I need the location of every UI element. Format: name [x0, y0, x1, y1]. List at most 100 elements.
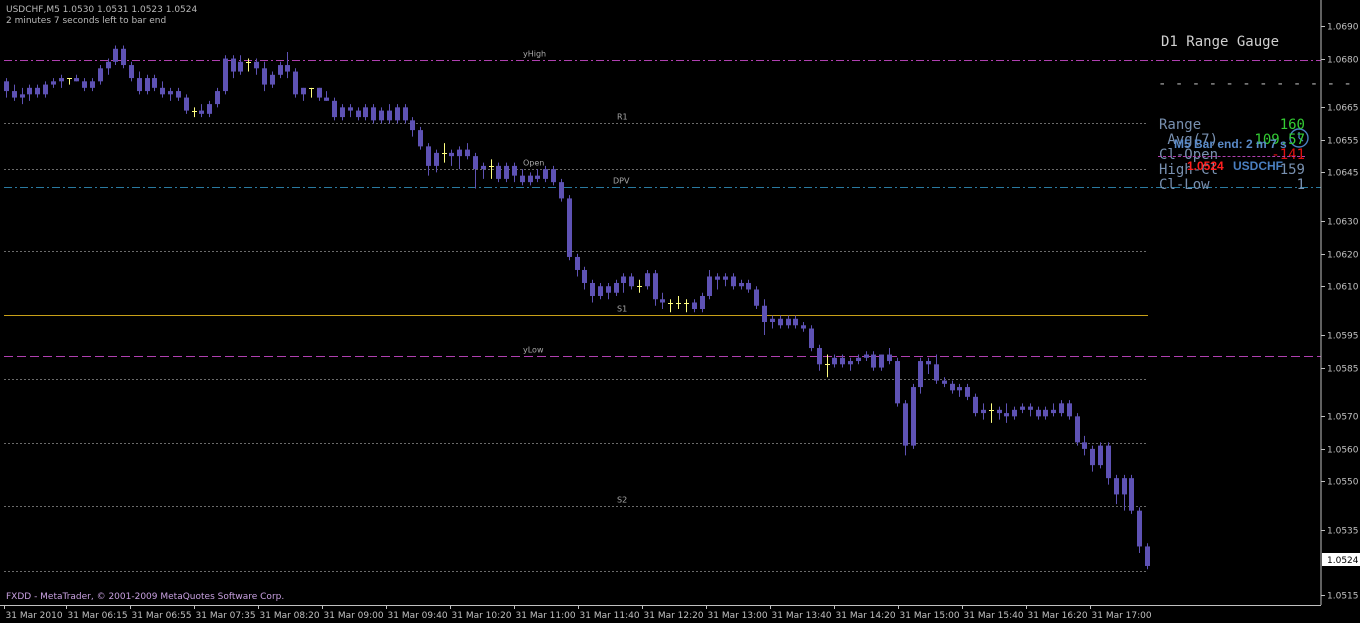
candle: [543, 165, 548, 183]
candle: [231, 55, 236, 79]
candle: [215, 87, 220, 108]
candle-body-up: [168, 91, 173, 95]
candle-body-down: [254, 61, 259, 69]
level-label-ylow: yLow: [523, 346, 544, 355]
candle: [606, 282, 611, 300]
candle: [168, 87, 173, 101]
candle: [957, 383, 962, 397]
candle-body-down: [387, 110, 392, 121]
candle-body-down: [1036, 409, 1041, 417]
candle-body-down: [582, 269, 587, 283]
candle: [637, 279, 642, 293]
candle-body-up: [1043, 409, 1048, 417]
candle-body-down: [293, 71, 298, 95]
x-tick-label: 31 Mar 12:20: [644, 611, 704, 621]
candle: [817, 344, 822, 371]
candle: [1012, 406, 1017, 420]
candle: [1067, 400, 1072, 420]
candle: [285, 52, 290, 79]
candle-body-down: [926, 361, 931, 365]
candle-body-down: [449, 152, 454, 157]
gauge-row: Range 160: [1154, 118, 1305, 133]
candle-body-up: [395, 107, 400, 121]
candle-body-down: [1145, 546, 1150, 566]
candle: [137, 71, 142, 95]
candle: [770, 315, 775, 329]
candle-body-down: [762, 305, 767, 323]
candle-body-up: [856, 357, 861, 362]
candle: [567, 195, 572, 261]
y-tick-label: 1.0610: [1327, 283, 1359, 293]
gauge-row-value: 159: [1279, 162, 1305, 178]
candle: [184, 94, 189, 114]
candle-body-down: [285, 65, 290, 72]
candle: [379, 107, 384, 124]
x-tick-label: 31 Mar 15:00: [900, 611, 960, 621]
candle: [145, 74, 150, 95]
candle-body-up: [879, 354, 884, 368]
candle-body-down: [590, 282, 595, 296]
candle-body-up: [770, 318, 775, 323]
candle: [559, 178, 564, 202]
candle: [528, 172, 533, 186]
candle: [356, 107, 361, 121]
candle: [942, 377, 947, 388]
candle: [160, 81, 165, 98]
level-label-open: Open: [523, 159, 544, 168]
candle: [887, 348, 892, 365]
candle: [504, 162, 509, 183]
candle: [82, 78, 87, 92]
candle: [324, 91, 329, 101]
candle: [700, 292, 705, 313]
candle-body-down: [801, 325, 806, 329]
gauge-row-value: 160: [1279, 117, 1305, 133]
candle-body-down: [82, 81, 87, 88]
candle-body-up: [864, 354, 869, 358]
x-tick-label: 31 Mar 16:20: [1028, 611, 1088, 621]
candle-body-down: [809, 328, 814, 349]
candle-body-down: [137, 78, 142, 92]
candle: [989, 403, 994, 423]
candle-body-up: [434, 152, 439, 166]
candle: [973, 393, 978, 417]
candle-body-up: [700, 295, 705, 310]
candle: [918, 357, 923, 394]
candle: [317, 87, 322, 101]
candle: [1051, 403, 1056, 417]
candle: [614, 279, 619, 296]
candle: [481, 162, 486, 179]
candle-body-up: [59, 78, 64, 82]
candle-body-down: [129, 65, 134, 79]
candle-body-down: [231, 58, 236, 72]
candle: [199, 104, 204, 118]
candle: [1106, 442, 1111, 485]
candle-body-up: [739, 282, 744, 287]
candle-body-up: [98, 68, 103, 82]
y-tick-label: 1.0515: [1327, 592, 1359, 602]
x-tick-label: 31 Mar 06:15: [68, 611, 128, 621]
candle-body-up: [43, 84, 48, 95]
candle: [746, 279, 751, 293]
candle-body-down: [629, 276, 634, 287]
gauge-strike-line: [1158, 156, 1305, 157]
gauge-row: Cl-Low 1: [1154, 178, 1305, 193]
candle: [723, 273, 728, 287]
candle-body-down: [934, 364, 939, 381]
x-tick-label: 31 Mar 13:00: [708, 611, 768, 621]
current-price-tag: 1.0524: [1322, 553, 1360, 566]
copyright-footer: FXDD - MetaTrader, © 2001-2009 MetaQuote…: [6, 592, 285, 602]
candle: [340, 104, 345, 121]
candle-body-down: [152, 78, 157, 88]
candle-body-down: [348, 107, 353, 111]
candle-body-down: [74, 78, 79, 82]
candle: [903, 400, 908, 456]
bar-end-label: M5 Bar end: 2 m 7 s: [1174, 137, 1287, 151]
candle-body-up: [918, 361, 923, 388]
candle: [465, 143, 470, 160]
candle: [1137, 507, 1142, 553]
candle-body-down: [606, 286, 611, 293]
level-label-s1: S1: [617, 305, 627, 314]
x-tick-label: 31 Mar 09:00: [324, 611, 384, 621]
candle: [348, 104, 353, 118]
candle: [668, 299, 673, 313]
